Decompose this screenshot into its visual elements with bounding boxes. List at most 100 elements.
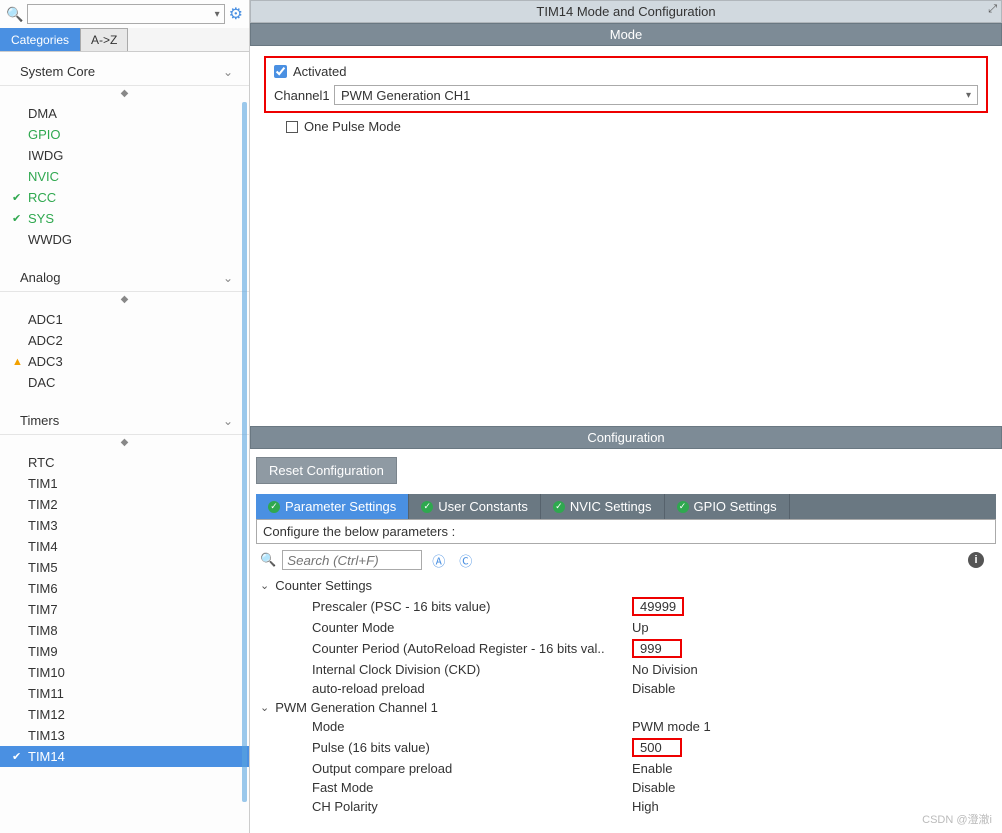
category-label: Analog xyxy=(20,270,60,285)
sort-handle[interactable]: ◆ xyxy=(0,435,249,450)
chevron-down-icon: ⌄ xyxy=(223,414,233,428)
peripheral-label: DMA xyxy=(28,106,57,121)
gear-icon[interactable]: ⚙ xyxy=(229,4,243,24)
tab-a-z[interactable]: A->Z xyxy=(80,28,128,51)
peripheral-item-rcc[interactable]: ✔RCC xyxy=(0,187,249,208)
reset-configuration-button[interactable]: Reset Configuration xyxy=(256,457,397,484)
tab-parameter-settings[interactable]: ✓Parameter Settings xyxy=(256,494,409,519)
param-value[interactable]: 999 xyxy=(632,639,682,658)
param-row[interactable]: auto-reload preloadDisable xyxy=(260,679,992,698)
peripheral-item-adc1[interactable]: ADC1 xyxy=(0,309,249,330)
category-header[interactable]: System Core⌄ xyxy=(0,58,249,86)
param-row[interactable]: Counter ModeUp xyxy=(260,618,992,637)
peripheral-item-gpio[interactable]: GPIO xyxy=(0,124,249,145)
peripheral-item-nvic[interactable]: NVIC xyxy=(0,166,249,187)
chevron-down-icon: ⌄ xyxy=(260,579,269,592)
peripheral-item-tim6[interactable]: TIM6 xyxy=(0,578,249,599)
peripheral-item-tim3[interactable]: TIM3 xyxy=(0,515,249,536)
param-value[interactable]: PWM mode 1 xyxy=(632,719,711,734)
prev-match-button[interactable]: Ⓐ xyxy=(428,551,449,570)
peripheral-label: TIM4 xyxy=(28,539,58,554)
param-row[interactable]: Counter Period (AutoReload Register - 16… xyxy=(260,637,992,660)
sort-handle[interactable]: ◆ xyxy=(0,292,249,307)
param-value[interactable]: Up xyxy=(632,620,649,635)
expand-icon[interactable]: ⤢ xyxy=(988,3,997,16)
param-group-header[interactable]: ⌄Counter Settings xyxy=(260,576,992,595)
param-value[interactable]: 49999 xyxy=(632,597,684,616)
peripheral-item-tim9[interactable]: TIM9 xyxy=(0,641,249,662)
param-group-header[interactable]: ⌄PWM Generation Channel 1 xyxy=(260,698,992,717)
peripheral-item-dac[interactable]: DAC xyxy=(0,372,249,393)
activated-checkbox[interactable] xyxy=(274,65,287,78)
peripheral-item-adc2[interactable]: ADC2 xyxy=(0,330,249,351)
param-row[interactable]: Fast ModeDisable xyxy=(260,778,992,797)
config-description: Configure the below parameters : xyxy=(256,519,996,544)
param-name: auto-reload preload xyxy=(312,681,632,696)
info-icon[interactable]: i xyxy=(968,552,984,568)
one-pulse-checkbox[interactable] xyxy=(286,121,298,133)
tab-nvic-settings[interactable]: ✓NVIC Settings xyxy=(541,494,665,519)
param-search-input[interactable] xyxy=(282,550,422,570)
param-value[interactable]: High xyxy=(632,799,659,814)
param-value[interactable]: 500 xyxy=(632,738,682,757)
param-value[interactable]: Disable xyxy=(632,681,675,696)
check-icon: ✔ xyxy=(12,212,21,225)
peripheral-item-tim7[interactable]: TIM7 xyxy=(0,599,249,620)
next-match-button[interactable]: Ⓒ xyxy=(455,551,476,570)
mode-section-bar: Mode xyxy=(250,23,1002,46)
category-tabs: Categories A->Z xyxy=(0,28,249,52)
peripheral-label: GPIO xyxy=(28,127,61,142)
param-value[interactable]: Disable xyxy=(632,780,675,795)
chevron-down-icon: ⌄ xyxy=(223,271,233,285)
peripheral-item-adc3[interactable]: ▲ADC3 xyxy=(0,351,249,372)
channel1-select[interactable]: PWM Generation CH1 ▾ xyxy=(334,85,978,105)
peripheral-item-iwdg[interactable]: IWDG xyxy=(0,145,249,166)
scrollbar[interactable] xyxy=(242,102,247,802)
peripheral-item-rtc[interactable]: RTC xyxy=(0,452,249,473)
param-value[interactable]: No Division xyxy=(632,662,698,677)
peripheral-label: TIM14 xyxy=(28,749,65,764)
sort-handle[interactable]: ◆ xyxy=(0,86,249,101)
peripheral-label: TIM13 xyxy=(28,728,65,743)
category-header[interactable]: Analog ⌄ xyxy=(0,264,249,292)
tab-user-constants[interactable]: ✓User Constants xyxy=(409,494,541,519)
peripheral-item-tim14[interactable]: ✔ TIM14 xyxy=(0,746,249,767)
param-row[interactable]: Internal Clock Division (CKD)No Division xyxy=(260,660,992,679)
category-header[interactable]: Timers⌄ xyxy=(0,407,249,435)
param-row[interactable]: Pulse (16 bits value)500 xyxy=(260,736,992,759)
peripheral-item-tim4[interactable]: TIM4 xyxy=(0,536,249,557)
check-icon: ✓ xyxy=(553,501,565,513)
activated-row: Activated xyxy=(274,64,978,79)
peripheral-label: TIM7 xyxy=(28,602,58,617)
peripheral-search-combo[interactable]: ▾ xyxy=(27,4,224,24)
category-label: System Core xyxy=(20,64,95,79)
param-row[interactable]: Output compare preloadEnable xyxy=(260,759,992,778)
check-icon: ✓ xyxy=(421,501,433,513)
param-name: Counter Period (AutoReload Register - 16… xyxy=(312,641,632,656)
peripheral-item-tim11[interactable]: TIM11 xyxy=(0,683,249,704)
peripheral-label: TIM5 xyxy=(28,560,58,575)
peripheral-item-dma[interactable]: DMA xyxy=(0,103,249,124)
peripheral-item-wwdg[interactable]: WWDG xyxy=(0,229,249,250)
tab-gpio-settings[interactable]: ✓GPIO Settings xyxy=(665,494,790,519)
check-icon: ✔ xyxy=(12,750,21,763)
peripheral-label: DAC xyxy=(28,375,55,390)
param-row[interactable]: ModePWM mode 1 xyxy=(260,717,992,736)
peripheral-item-tim1[interactable]: TIM1 xyxy=(0,473,249,494)
peripheral-item-tim12[interactable]: TIM12 xyxy=(0,704,249,725)
peripheral-label: RTC xyxy=(28,455,54,470)
peripheral-item-tim8[interactable]: TIM8 xyxy=(0,620,249,641)
param-row[interactable]: Prescaler (PSC - 16 bits value)49999 xyxy=(260,595,992,618)
param-row[interactable]: CH PolarityHigh xyxy=(260,797,992,816)
peripheral-item-tim10[interactable]: TIM10 xyxy=(0,662,249,683)
peripheral-label: SYS xyxy=(28,211,54,226)
parameter-tree: ⌄Counter SettingsPrescaler (PSC - 16 bit… xyxy=(256,576,996,816)
peripheral-item-tim2[interactable]: TIM2 xyxy=(0,494,249,515)
peripheral-item-tim13[interactable]: TIM13 xyxy=(0,725,249,746)
param-value[interactable]: Enable xyxy=(632,761,672,776)
channel1-label: Channel1 xyxy=(274,88,330,103)
peripheral-label: TIM9 xyxy=(28,644,58,659)
tab-categories[interactable]: Categories xyxy=(0,28,80,51)
peripheral-item-sys[interactable]: ✔ SYS xyxy=(0,208,249,229)
peripheral-item-tim5[interactable]: TIM5 xyxy=(0,557,249,578)
